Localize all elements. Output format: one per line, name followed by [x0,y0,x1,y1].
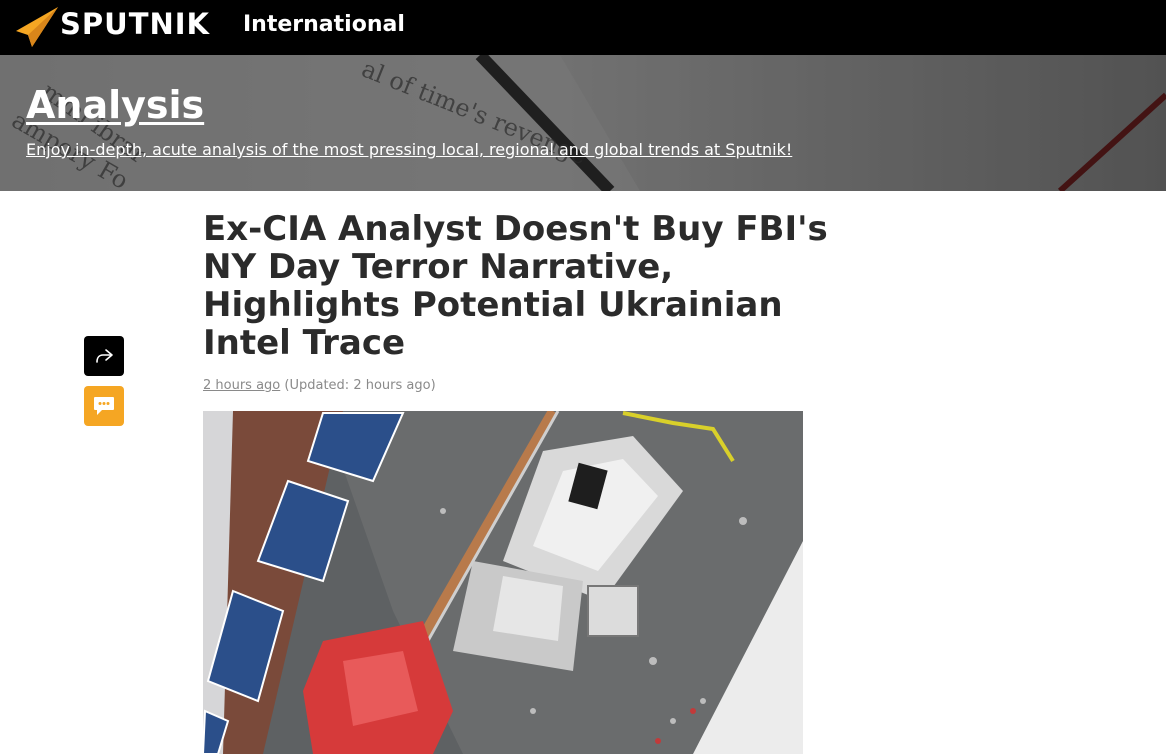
updated-time: (Updated: 2 hours ago) [284,378,436,393]
logo-text: SPUTNIK [60,7,211,41]
share-button[interactable] [84,336,124,376]
chat-bubble-icon [94,397,114,415]
sputnik-logo-icon [16,7,58,47]
sputnik-logo[interactable]: SPUTNIK [12,5,222,49]
article-headline: Ex-CIA Analyst Doesn't Buy FBI's NY Day … [203,209,828,363]
crash-scene-photo [203,411,803,754]
article-meta: 2 hours ago (Updated: 2 hours ago) [203,378,436,393]
site-header: SPUTNIK International [0,0,1166,55]
share-arrow-icon [96,349,113,363]
published-time[interactable]: 2 hours ago [203,378,280,393]
article-hero-image[interactable] [203,411,803,754]
edition-link[interactable]: International [243,12,405,37]
section-banner: al of time's revenge mmi ibrar ampory Fo… [0,55,1166,191]
comments-button[interactable] [84,386,124,426]
section-description[interactable]: Enjoy in-depth, acute analysis of the mo… [26,140,792,159]
section-title[interactable]: Analysis [26,83,204,127]
